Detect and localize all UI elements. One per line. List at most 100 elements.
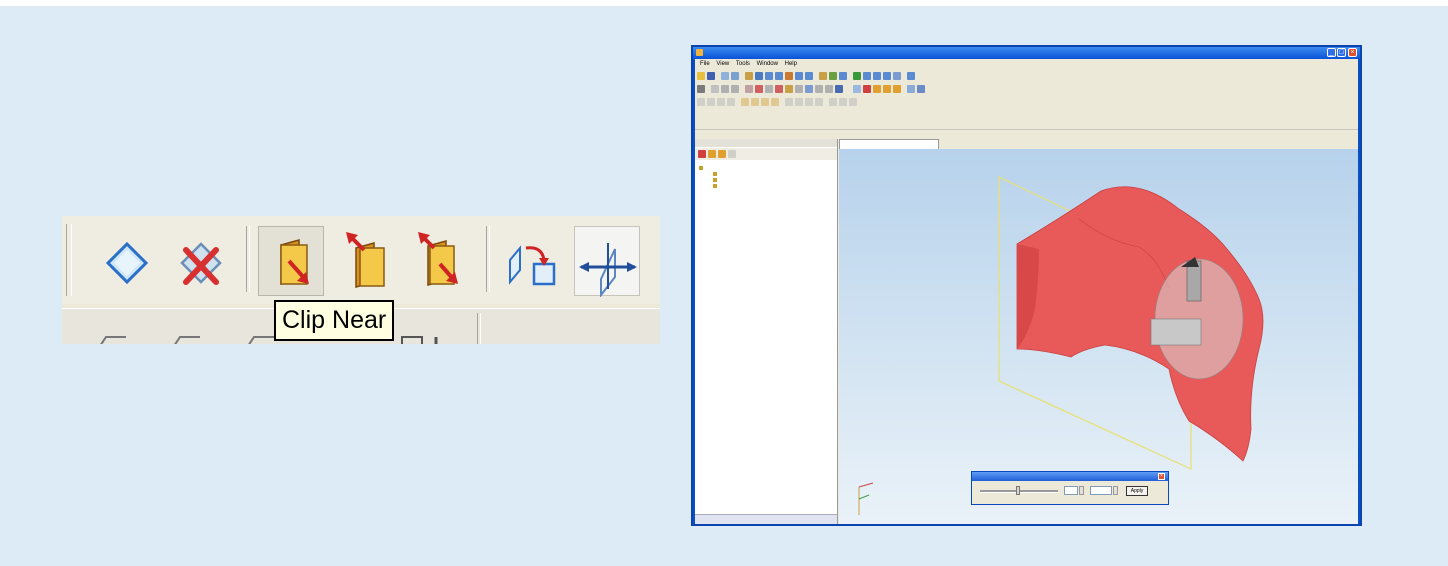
clip-near-icon[interactable] (873, 85, 881, 93)
align-plane-icon[interactable] (917, 85, 925, 93)
tool-icon[interactable] (805, 98, 813, 106)
apply-button[interactable]: Apply (1126, 486, 1148, 496)
slider-thumb[interactable] (1016, 486, 1020, 495)
tool-icon[interactable] (873, 72, 881, 80)
clip-slab-button[interactable] (406, 226, 472, 296)
tool-icon[interactable] (731, 85, 739, 93)
tool-icon[interactable] (697, 98, 705, 106)
clip-plane-show-button[interactable] (94, 226, 160, 296)
clip-slab-icon (418, 232, 458, 286)
tool-icon[interactable] (775, 72, 783, 80)
tool-icon[interactable] (853, 72, 861, 80)
tool-icon[interactable] (731, 72, 739, 80)
panel-header-strip (695, 129, 1358, 138)
tool-icon[interactable] (785, 98, 793, 106)
part-icon (713, 183, 717, 188)
tool-icon[interactable] (815, 85, 823, 93)
clipped-part-body (1150, 318, 1202, 346)
tool-icon[interactable] (711, 85, 719, 93)
tool-icon[interactable] (863, 72, 871, 80)
close-button[interactable]: × (1348, 48, 1357, 57)
tool-icon[interactable] (835, 85, 843, 93)
menu-file[interactable]: File (700, 61, 710, 67)
tool-icon[interactable] (795, 98, 803, 106)
offset-stepper[interactable] (1113, 486, 1118, 495)
tool-icon[interactable] (819, 72, 827, 80)
menu-window[interactable]: Window (757, 61, 778, 67)
axis-x (858, 482, 874, 488)
tool-icon[interactable] (728, 150, 736, 158)
tool-icon[interactable] (708, 150, 716, 158)
tool-icon[interactable] (883, 72, 891, 80)
tool-icon[interactable] (805, 85, 813, 93)
tool-icon[interactable] (815, 98, 823, 106)
tool-icon[interactable] (829, 98, 837, 106)
clip-plane-align-button[interactable] (574, 226, 640, 297)
tool-icon[interactable] (795, 85, 803, 93)
tool-icon[interactable] (829, 72, 837, 80)
tool-icon[interactable] (765, 85, 773, 93)
tool-icon[interactable] (839, 98, 847, 106)
tool-icon[interactable] (721, 72, 729, 80)
tool-icon[interactable] (721, 85, 729, 93)
3d-viewport[interactable]: × Apply (839, 149, 1358, 524)
horizontal-scrollbar[interactable] (695, 514, 837, 524)
tool-icon[interactable] (765, 72, 773, 80)
window-client: File View Tools Window Help × Apply (695, 59, 1358, 524)
tool-icon[interactable] (761, 98, 769, 106)
toolbar-grip[interactable] (66, 224, 72, 296)
tool-icon[interactable] (755, 72, 763, 80)
menu-view[interactable]: View (716, 61, 729, 67)
menu-help[interactable]: Help (785, 61, 797, 67)
clip-offset-field[interactable] (1090, 486, 1112, 495)
tool-icon[interactable] (785, 72, 793, 80)
clip-plane-delete-button[interactable] (168, 226, 234, 296)
tool-icon[interactable] (785, 85, 793, 93)
tool-icon[interactable] (893, 72, 901, 80)
tool-icon[interactable] (907, 72, 915, 80)
clip-far-button[interactable] (334, 226, 400, 296)
main-toolbar-3 (697, 97, 1077, 108)
tool-icon[interactable] (718, 150, 726, 158)
clip-far-icon[interactable] (883, 85, 891, 93)
minimize-button[interactable]: _ (1327, 48, 1336, 57)
tool-icon[interactable] (717, 98, 725, 106)
tool-icon[interactable] (775, 85, 783, 93)
panel-title (695, 139, 837, 147)
tree-item[interactable] (699, 183, 719, 189)
tool-icon[interactable] (805, 72, 813, 80)
tool-icon[interactable] (825, 85, 833, 93)
tool-icon[interactable] (741, 98, 749, 106)
tool-icon[interactable] (697, 85, 705, 93)
tool-icon[interactable] (707, 98, 715, 106)
clip-near-button[interactable] (258, 226, 324, 296)
tool-icon[interactable] (745, 72, 753, 80)
folder-icon (699, 165, 703, 170)
tool-icon[interactable] (751, 98, 759, 106)
delete-plane-icon (180, 242, 222, 285)
clip-slab-icon[interactable] (893, 85, 901, 93)
tool-icon[interactable] (795, 72, 803, 80)
clip-value-field[interactable] (1064, 486, 1078, 495)
tool-icon[interactable] (771, 98, 779, 106)
tool-icon[interactable] (745, 85, 753, 93)
document-tab[interactable] (839, 139, 939, 149)
tool-icon[interactable] (755, 85, 763, 93)
diamond-icon[interactable] (853, 85, 861, 93)
clip-plane-flip-button[interactable] (498, 226, 564, 296)
maximize-button[interactable]: □ (1337, 48, 1346, 57)
cube-icon (174, 336, 200, 344)
tool-icon[interactable] (698, 150, 706, 158)
save-icon[interactable] (707, 72, 715, 80)
dialog-close-button[interactable]: × (1158, 473, 1165, 480)
value-stepper[interactable] (1079, 486, 1084, 495)
open-icon[interactable] (697, 72, 705, 80)
tool-icon[interactable] (849, 98, 857, 106)
tool-icon[interactable] (839, 72, 847, 80)
top-border (0, 0, 1448, 6)
clip-far-icon (346, 232, 385, 288)
menu-tools[interactable]: Tools (736, 61, 750, 67)
flip-plane-icon[interactable] (907, 85, 915, 93)
close-icon[interactable] (863, 85, 871, 93)
tool-icon[interactable] (727, 98, 735, 106)
